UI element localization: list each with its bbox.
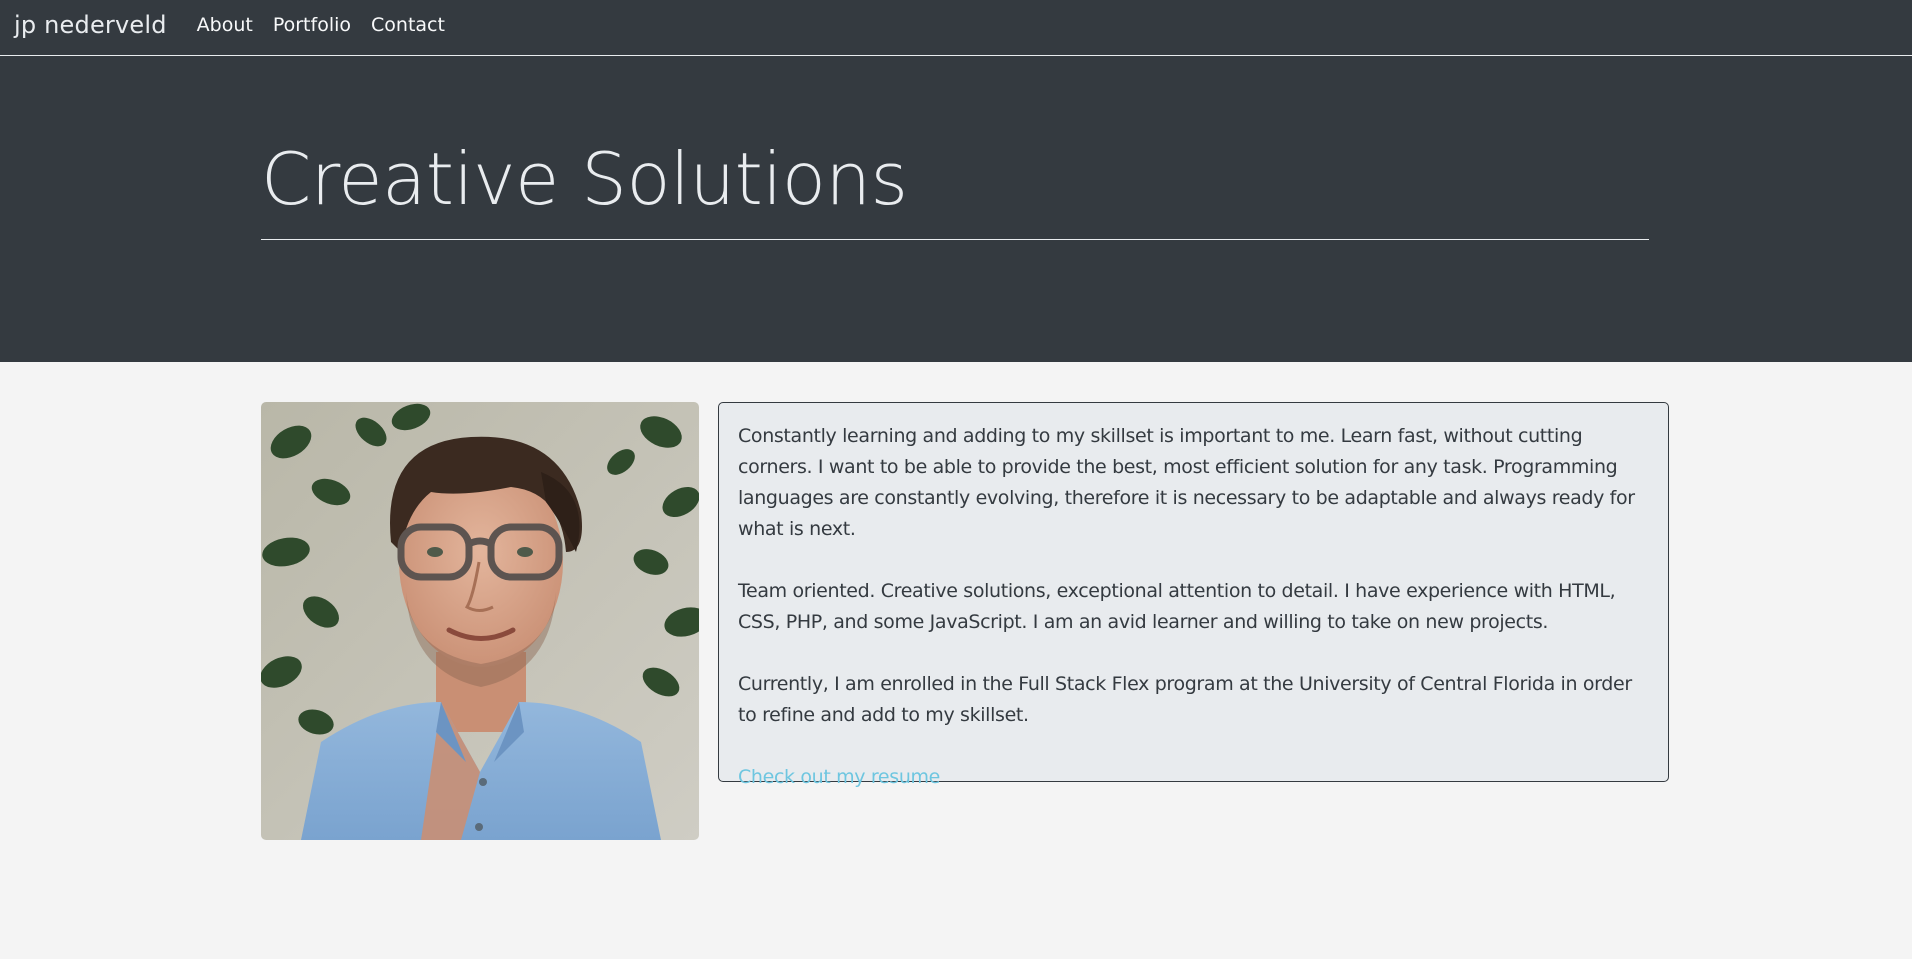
nav-link-about[interactable]: About bbox=[197, 14, 253, 36]
about-paragraph-3: Currently, I am enrolled in the Full Sta… bbox=[738, 673, 1632, 726]
top-navbar: jp nederveld About Portfolio Contact bbox=[0, 0, 1912, 56]
brand-link[interactable]: jp nederveld bbox=[14, 11, 167, 39]
resume-link[interactable]: Check out my resume bbox=[738, 766, 940, 788]
about-card: Constantly learning and adding to my ski… bbox=[718, 402, 1669, 788]
nav-link-contact[interactable]: Contact bbox=[371, 14, 445, 36]
portrait-photo bbox=[261, 402, 699, 840]
hero-title: Creative Solutions bbox=[261, 137, 908, 221]
nav-link-portfolio[interactable]: Portfolio bbox=[273, 14, 351, 36]
nav-links: About Portfolio Contact bbox=[197, 14, 445, 36]
hero-divider bbox=[261, 239, 1649, 240]
hero-section: Creative Solutions bbox=[0, 56, 1912, 362]
about-paragraph-1: Constantly learning and adding to my ski… bbox=[738, 425, 1635, 540]
about-paragraph-2: Team oriented. Creative solutions, excep… bbox=[738, 580, 1616, 633]
about-section: Constantly learning and adding to my ski… bbox=[0, 362, 1912, 959]
